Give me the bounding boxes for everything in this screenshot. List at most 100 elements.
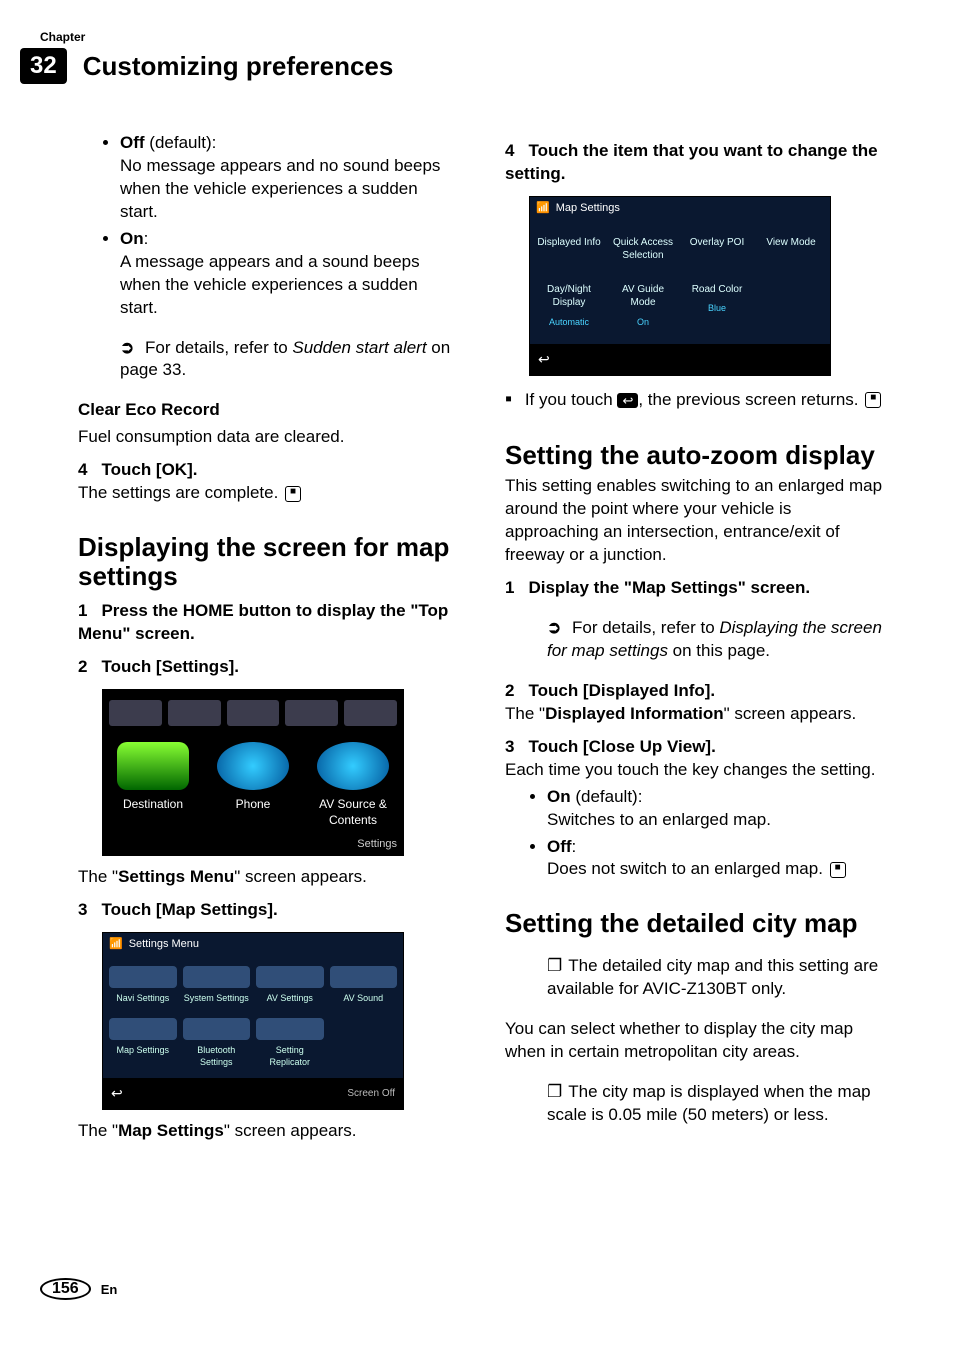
az-step3-desc: Each time you touch the key changes the … <box>505 759 884 782</box>
settings-replicator[interactable]: Setting Replicator <box>254 1012 326 1074</box>
status-icon <box>109 700 162 726</box>
topmenu-status-icons <box>103 690 403 736</box>
az-step2: 2Touch [Displayed Info]. <box>505 680 884 703</box>
end-mark-icon <box>285 486 301 502</box>
av-sound-icon <box>330 966 398 988</box>
back-icon <box>617 393 638 408</box>
screen-off-button[interactable]: Screen Off <box>347 1087 395 1101</box>
city-note2: The city map is displayed when the map s… <box>547 1081 884 1127</box>
page-number: 156 <box>40 1278 91 1300</box>
topmenu-main: Destination Phone AV Source & Contents <box>103 736 403 834</box>
signal-icon <box>536 201 550 216</box>
back-note: If you touch , the previous screen retur… <box>505 386 884 413</box>
settings-menu-appears: The "Settings Menu" screen appears. <box>78 866 457 889</box>
heading-detailed-city-map: Setting the detailed city map <box>505 909 884 938</box>
screenshot-title: Settings Menu <box>129 937 199 952</box>
chapter-bar: 32 Customizing preferences <box>20 46 914 86</box>
screenshot-settings-menu: Settings Menu Navi Settings System Setti… <box>102 932 404 1110</box>
settings-empty <box>328 1012 400 1074</box>
chapter-label: Chapter <box>40 30 914 44</box>
page-content: Off (default): No message appears and no… <box>78 130 884 1232</box>
option-on: On: A message appears and a sound beeps … <box>120 228 457 320</box>
av-settings-icon <box>256 966 324 988</box>
az-ref: For details, refer to Displaying the scr… <box>547 617 884 663</box>
navi-icon <box>109 966 177 988</box>
screenshot-title: Map Settings <box>556 201 620 216</box>
map-quick-access[interactable]: Quick Access Selection <box>608 228 678 271</box>
option-off-desc: No message appears and no sound beeps wh… <box>120 156 440 221</box>
option-off-default: (default): <box>149 133 216 152</box>
page-header: Chapter 32 Customizing preferences <box>20 30 914 86</box>
az-option-off: Off: Does not switch to an enlarged map. <box>547 836 884 882</box>
step-num: 4 <box>78 460 87 479</box>
city-desc: You can select whether to display the ci… <box>505 1018 884 1064</box>
settings-system[interactable]: System Settings <box>181 960 253 1010</box>
screenshot-top-menu: Destination Phone AV Source & Contents S… <box>102 689 404 856</box>
destination-icon <box>117 742 189 790</box>
bluetooth-icon <box>183 1018 251 1040</box>
az-step3: 3Touch [Close Up View]. <box>505 736 884 759</box>
step-press-home: 1Press the HOME button to display the "T… <box>78 600 457 646</box>
screenshot-title-bar: Settings Menu <box>103 933 403 956</box>
settings-map[interactable]: Map Settings <box>107 1012 179 1074</box>
chapter-number: 32 <box>20 48 67 84</box>
topmenu-av[interactable]: AV Source & Contents <box>317 742 389 828</box>
step-touch-item: 4Touch the item that you want to change … <box>505 140 884 186</box>
status-icon <box>227 700 280 726</box>
screenshot-map-settings: Map Settings Displayed Info Quick Access… <box>529 196 831 376</box>
az-step1: 1Display the "Map Settings" screen. <box>505 577 884 600</box>
map-day-night[interactable]: Day/Night DisplayAutomatic <box>534 275 604 336</box>
end-mark-icon <box>830 862 846 878</box>
ref-ital: Sudden start alert <box>292 338 426 357</box>
system-icon <box>183 966 251 988</box>
replicator-icon <box>256 1018 324 1040</box>
option-off-label: Off <box>120 133 145 152</box>
av-icon <box>317 742 389 790</box>
map-overlay-poi[interactable]: Overlay POI <box>682 228 752 271</box>
az-step2-desc: The "Displayed Information" screen appea… <box>505 703 884 726</box>
option-on-desc: A message appears and a sound beeps when… <box>120 252 420 317</box>
step-touch-settings: 2Touch [Settings]. <box>78 656 457 679</box>
page-footer: 156 En <box>40 1278 117 1300</box>
step-touch-map-settings: 3Touch [Map Settings]. <box>78 899 457 922</box>
map-empty <box>756 275 826 336</box>
step-text: Touch [OK]. <box>101 460 197 479</box>
settings-bt[interactable]: Bluetooth Settings <box>181 1012 253 1074</box>
chapter-title: Customizing preferences <box>83 51 394 81</box>
settings-avsound[interactable]: AV Sound <box>328 960 400 1010</box>
option-off: Off (default): No message appears and no… <box>120 132 457 224</box>
clear-eco-desc: Fuel consumption data are cleared. <box>78 426 457 449</box>
clear-eco-title: Clear Eco Record <box>78 399 457 422</box>
step-touch-ok-desc: The settings are complete. <box>78 482 457 505</box>
signal-icon <box>109 937 123 952</box>
phone-icon <box>217 742 289 790</box>
settings-navi[interactable]: Navi Settings <box>107 960 179 1010</box>
status-icon <box>285 700 338 726</box>
map-settings-icon <box>109 1018 177 1040</box>
page-language: En <box>101 1282 118 1297</box>
az-option-list: On (default): Switches to an enlarged ma… <box>505 786 884 882</box>
topmenu-destination[interactable]: Destination <box>117 742 189 828</box>
settings-av[interactable]: AV Settings <box>254 960 326 1010</box>
screenshot-title-bar: Map Settings <box>530 197 830 220</box>
back-icon[interactable] <box>538 350 550 369</box>
ref-sudden-start: For details, refer to Sudden start alert… <box>120 337 457 383</box>
map-road-color[interactable]: Road ColorBlue <box>682 275 752 336</box>
auto-zoom-desc: This setting enables switching to an enl… <box>505 475 884 567</box>
map-view-mode[interactable]: View Mode <box>756 228 826 271</box>
heading-auto-zoom: Setting the auto-zoom display <box>505 441 884 470</box>
map-displayed-info[interactable]: Displayed Info <box>534 228 604 271</box>
map-settings-appears: The "Map Settings" screen appears. <box>78 1120 457 1143</box>
back-icon[interactable] <box>111 1084 123 1103</box>
az-option-on: On (default): Switches to an enlarged ma… <box>547 786 884 832</box>
step-touch-ok: 4 Touch [OK]. <box>78 459 457 482</box>
ref-prefix: For details, refer to <box>145 338 292 357</box>
heading-display-map-settings: Displaying the screen for map settings <box>78 533 457 590</box>
topmenu-settings-button[interactable]: Settings <box>103 835 403 856</box>
option-on-colon: : <box>144 229 149 248</box>
option-list-sudden-start: Off (default): No message appears and no… <box>78 132 457 320</box>
city-note1: The detailed city map and this setting a… <box>547 955 884 1001</box>
topmenu-phone[interactable]: Phone <box>217 742 289 828</box>
end-mark-icon <box>865 392 881 408</box>
map-av-guide[interactable]: AV Guide ModeOn <box>608 275 678 336</box>
